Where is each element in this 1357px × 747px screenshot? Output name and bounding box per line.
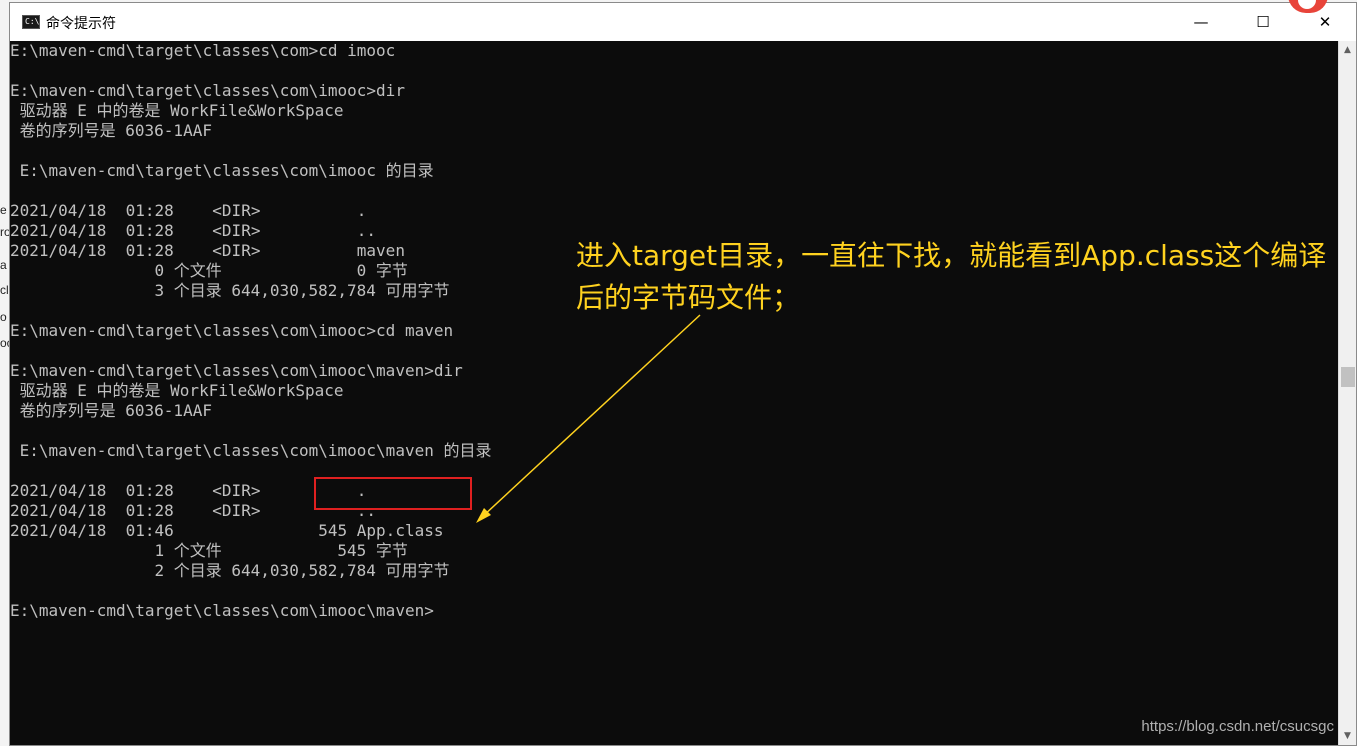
background-text-fragment: o bbox=[0, 310, 7, 324]
annotation-text: 进入target目录，一直往下找，就能看到App.class这个编译后的字节码文… bbox=[576, 239, 1327, 314]
background-text-fragment: e bbox=[0, 203, 7, 217]
annotation-arrow-icon bbox=[476, 314, 701, 523]
background-text-fragment: cl bbox=[0, 283, 9, 297]
watermark-text: https://blog.csdn.net/csucsgc bbox=[1141, 718, 1334, 735]
cmd-window: C:\ 命令提示符 — ☐ ✕ E:\maven-cmd\target\clas… bbox=[9, 0, 1357, 746]
background-text-fragment: a bbox=[0, 258, 7, 272]
annotation-arrow-line bbox=[481, 314, 701, 518]
